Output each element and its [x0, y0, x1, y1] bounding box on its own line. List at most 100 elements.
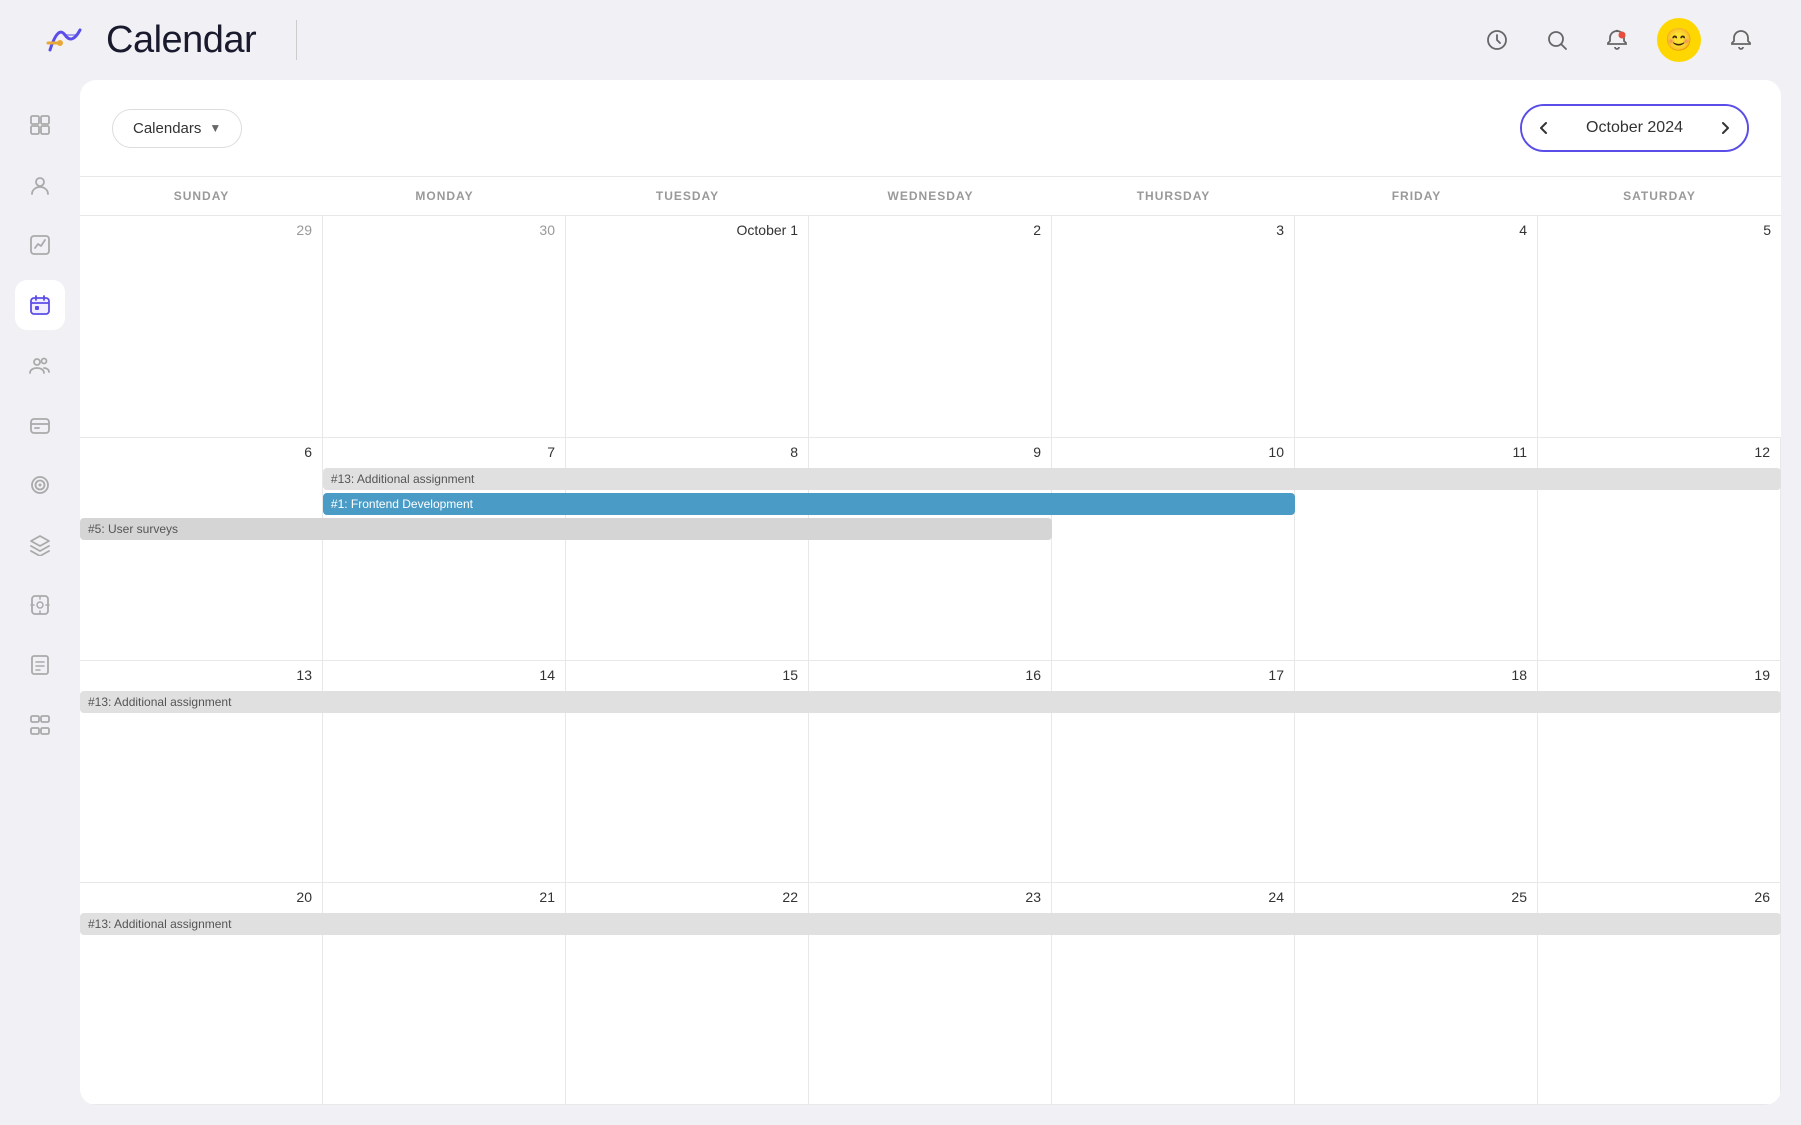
sidebar-item-dashboard[interactable] [15, 100, 65, 150]
date-oct26: 26 [1548, 889, 1770, 905]
date-oct9: 9 [819, 444, 1041, 460]
cal-cell-oct4[interactable]: 4 [1295, 216, 1538, 437]
date-oct23: 23 [819, 889, 1041, 905]
cal-cell-oct20[interactable]: 20 [80, 883, 323, 1104]
date-oct24: 24 [1062, 889, 1284, 905]
sidebar-item-goals[interactable] [15, 460, 65, 510]
date-oct20: 20 [90, 889, 312, 905]
date-oct19: 19 [1548, 667, 1770, 683]
more-icon [29, 714, 51, 736]
day-header-thursday: THURSDAY [1052, 177, 1295, 215]
cal-cell-oct22[interactable]: 22 [566, 883, 809, 1104]
layers-icon [29, 534, 51, 556]
team-icon [29, 354, 51, 376]
cal-cell-oct6[interactable]: 6 [80, 438, 323, 659]
cal-cell-oct1[interactable]: October 1 [566, 216, 809, 437]
sidebar-item-contacts[interactable] [15, 160, 65, 210]
cal-cell-oct5[interactable]: 5 [1538, 216, 1781, 437]
date-oct11: 11 [1305, 444, 1527, 460]
page-title: Calendar [106, 19, 256, 62]
day-header-sunday: SUNDAY [80, 177, 323, 215]
sidebar-item-more[interactable] [15, 700, 65, 750]
cal-cell-oct19[interactable]: 19 [1538, 661, 1781, 882]
alert-bell-icon [1605, 28, 1629, 52]
billing-icon [29, 414, 51, 436]
notification-icon-btn[interactable] [1721, 20, 1761, 60]
search-icon-btn[interactable] [1537, 20, 1577, 60]
header: Calendar [0, 0, 1801, 80]
cal-cell-oct14[interactable]: 14 [323, 661, 566, 882]
date-oct13: 13 [90, 667, 312, 683]
sidebar-item-tasks[interactable] [15, 580, 65, 630]
cal-cell-oct8[interactable]: 8 [566, 438, 809, 659]
date-oct14: 14 [333, 667, 555, 683]
cal-cell-oct18[interactable]: 18 [1295, 661, 1538, 882]
date-oct4: 4 [1305, 222, 1527, 238]
avatar-emoji: 😊 [1665, 27, 1692, 53]
day-header-wednesday: WEDNESDAY [809, 177, 1052, 215]
calendar-day-headers: SUNDAY MONDAY TUESDAY WEDNESDAY THURSDAY… [80, 176, 1781, 216]
cal-cell-oct3[interactable]: 3 [1052, 216, 1295, 437]
sidebar-item-calendar[interactable] [15, 280, 65, 330]
date-oct3: 3 [1062, 222, 1284, 238]
date-oct10: 10 [1062, 444, 1284, 460]
body: Calendars ▼ October 2024 [0, 80, 1801, 1125]
cal-cell-oct2[interactable]: 2 [809, 216, 1052, 437]
sidebar-item-analytics[interactable] [15, 220, 65, 270]
date-oct25: 25 [1305, 889, 1527, 905]
cal-cell-oct25[interactable]: 25 [1295, 883, 1538, 1104]
date-oct16: 16 [819, 667, 1041, 683]
analytics-icon [29, 234, 51, 256]
notification-bell-icon [1729, 28, 1753, 52]
alert-icon-btn[interactable] [1597, 20, 1637, 60]
cal-cell-oct21[interactable]: 21 [323, 883, 566, 1104]
cal-cell-oct26[interactable]: 26 [1538, 883, 1781, 1104]
calendar-weeks: 29 30 October 1 2 3 [80, 216, 1781, 1105]
date-oct2: 2 [819, 222, 1041, 238]
calendar-icon [29, 294, 51, 316]
date-sep30: 30 [333, 222, 555, 238]
prev-month-button[interactable] [1522, 106, 1566, 150]
next-month-button[interactable] [1703, 106, 1747, 150]
cal-cell-sep29[interactable]: 29 [80, 216, 323, 437]
sidebar-item-billing[interactable] [15, 400, 65, 450]
date-oct21: 21 [333, 889, 555, 905]
current-month-label: October 2024 [1566, 106, 1703, 150]
cal-cell-oct17[interactable]: 17 [1052, 661, 1295, 882]
cal-cell-oct16[interactable]: 16 [809, 661, 1052, 882]
calendars-dropdown-button[interactable]: Calendars ▼ [112, 109, 242, 148]
calendar-week-1: 29 30 October 1 2 3 [80, 216, 1781, 438]
clock-icon [1485, 28, 1509, 52]
sidebar-item-layers[interactable] [15, 520, 65, 570]
day-header-monday: MONDAY [323, 177, 566, 215]
calendars-label: Calendars [133, 120, 201, 137]
calendar-grid: SUNDAY MONDAY TUESDAY WEDNESDAY THURSDAY… [80, 176, 1781, 1105]
contacts-icon [29, 174, 51, 196]
date-oct8: 8 [576, 444, 798, 460]
clock-icon-btn[interactable] [1477, 20, 1517, 60]
sidebar-item-reports[interactable] [15, 640, 65, 690]
cal-cell-oct10[interactable]: 10 [1052, 438, 1295, 659]
tasks-icon [29, 594, 51, 616]
cal-cell-oct9[interactable]: 9 [809, 438, 1052, 659]
cal-cell-oct7[interactable]: 7 [323, 438, 566, 659]
cal-cell-oct13[interactable]: 13 [80, 661, 323, 882]
cal-cell-oct24[interactable]: 24 [1052, 883, 1295, 1104]
header-actions: 😊 [1477, 18, 1761, 62]
cal-cell-oct23[interactable]: 23 [809, 883, 1052, 1104]
reports-icon [29, 654, 51, 676]
cal-cell-sep30[interactable]: 30 [323, 216, 566, 437]
date-oct7: 7 [333, 444, 555, 460]
calendar-panel: Calendars ▼ October 2024 [80, 80, 1781, 1105]
logo-area: Calendar [40, 15, 256, 65]
date-oct22: 22 [576, 889, 798, 905]
user-avatar[interactable]: 😊 [1657, 18, 1701, 62]
cal-cell-oct15[interactable]: 15 [566, 661, 809, 882]
sidebar-item-team[interactable] [15, 340, 65, 390]
date-sep29: 29 [90, 222, 312, 238]
cal-cell-oct11[interactable]: 11 [1295, 438, 1538, 659]
calendars-chevron-icon: ▼ [209, 121, 221, 135]
date-oct15: 15 [576, 667, 798, 683]
calendar-week-2: 6 7 8 9 10 [80, 438, 1781, 660]
cal-cell-oct12[interactable]: 12 [1538, 438, 1781, 659]
